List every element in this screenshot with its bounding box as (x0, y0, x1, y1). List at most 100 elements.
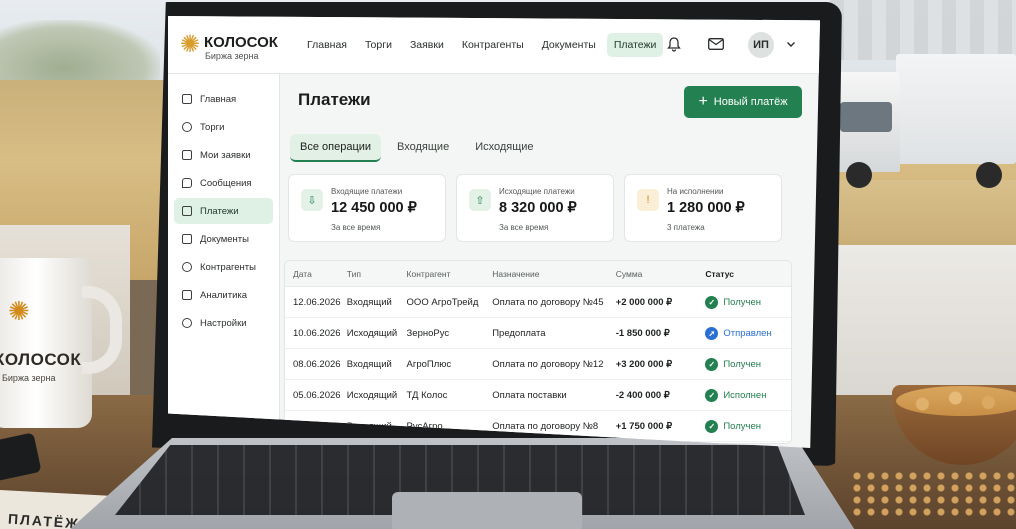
sidebar-item-label: Мои заявки (200, 149, 251, 161)
table-row[interactable]: 05.06.2026 Исходящий ТД Колос Оплата пос… (285, 380, 791, 411)
header-type[interactable]: Тип (347, 269, 407, 279)
cell-purpose: Оплата по договору №8 (492, 420, 599, 432)
cell-status: ✓ Исполнен (705, 388, 791, 402)
sidebar-item-analytics[interactable]: Аналитика (174, 282, 273, 308)
cell-status: ✓ Получен (705, 295, 791, 309)
cell-type: Исходящий (346, 389, 398, 401)
card-label: Исходящие платежи (499, 187, 575, 196)
topnav-item-auctions[interactable]: Торги (358, 33, 399, 57)
sidebar-item-my-requests[interactable]: Мои заявки (174, 142, 273, 168)
card-value: 12 450 000 ₽ (331, 200, 417, 216)
plus-icon: + (698, 93, 708, 110)
cell-counterparty: ООО АгроТрейд (406, 296, 479, 308)
sidebar-item-label: Аналитика (200, 289, 248, 301)
cell-amount: +1 750 000 ₽ (615, 420, 673, 432)
tab-all-operations[interactable]: Все операции (290, 134, 382, 162)
cell-amount: +3 200 000 ₽ (615, 358, 673, 370)
table-row[interactable]: 10.06.2026 Исходящий ЗерноРус Предоплата… (285, 318, 791, 349)
page-title: Платежи (298, 90, 371, 109)
card-subtext: За все время (499, 223, 549, 232)
cell-amount: -2 400 000 ₽ (615, 389, 670, 401)
cell-date: 08.06.2026 (293, 358, 341, 370)
header-purpose[interactable]: Назначение (492, 269, 616, 279)
status-text: Получен (723, 358, 762, 370)
sidebar-item-label: Сообщения (200, 177, 252, 189)
chat-icon (182, 178, 192, 188)
cell-purpose: Оплата по договору №45 (492, 296, 604, 308)
sidebar-item-home[interactable]: Главная (174, 86, 273, 112)
laptop-screen: ✺ КОЛОСОК Биржа зерна Главная Торги Заяв… (168, 16, 820, 448)
cell-purpose: Оплата по договору №12 (492, 358, 604, 370)
payment-icon (182, 206, 192, 216)
new-payment-button[interactable]: + Новый платёж (684, 86, 802, 118)
cell-type: Входящий (346, 296, 392, 308)
header-amount[interactable]: Сумма (616, 269, 706, 279)
incoming-icon: ⇩ (301, 189, 323, 211)
top-bar: ✺ КОЛОСОК Биржа зерна Главная Торги Заяв… (168, 16, 820, 74)
clipboard-icon (182, 150, 192, 160)
topnav-item-payments[interactable]: Платежи (606, 33, 664, 57)
cell-purpose: Предоплата (492, 327, 546, 339)
check-circle-icon: ✓ (705, 419, 719, 433)
cell-type: Исходящий (346, 327, 398, 339)
summary-cards: ⇩ Входящие платежи 12 450 000 ₽ За все в… (288, 174, 782, 242)
mug (0, 258, 92, 428)
sidebar-item-label: Настройки (200, 317, 247, 329)
cell-counterparty: ТД Колос (406, 389, 448, 401)
topnav-item-home[interactable]: Главная (300, 33, 354, 57)
user-avatar[interactable]: ИП (748, 32, 774, 58)
outgoing-icon: ⇧ (469, 189, 491, 211)
chevron-down-icon[interactable] (786, 39, 796, 49)
header-counterparty[interactable]: Контрагент (407, 269, 493, 279)
status-text: Исполнен (723, 389, 767, 401)
bell-icon[interactable] (666, 36, 682, 52)
truck (826, 50, 1016, 190)
sidebar-item-label: Торги (200, 121, 225, 133)
sidebar-item-label: Платежи (200, 205, 239, 217)
summary-card-outgoing: ⇧ Исходящие платежи 8 320 000 ₽ За все в… (456, 174, 614, 242)
brand-subtitle: Биржа зерна (205, 51, 259, 61)
card-subtext: 3 платежа (667, 223, 705, 232)
header-date[interactable]: Дата (285, 269, 347, 279)
cell-type: Входящий (346, 358, 392, 370)
pending-icon: ! (637, 189, 659, 211)
sidebar-item-counterparties[interactable]: Контрагенты (174, 254, 273, 280)
mail-icon[interactable] (708, 38, 724, 50)
mug-brand-subtitle: Биржа зерна (2, 373, 56, 383)
wheat-field-right (820, 180, 1016, 250)
sidebar-item-settings[interactable]: Настройки (174, 310, 273, 336)
cell-amount: +2 000 000 ₽ (615, 296, 673, 308)
summary-card-pending: ! На исполнении 1 280 000 ₽ 3 платежа (624, 174, 782, 242)
table-row[interactable]: 08.06.2026 Входящий АгроПлюс Оплата по д… (285, 349, 791, 380)
tab-incoming[interactable]: Входящие (387, 134, 459, 162)
cell-status: ✓ Получен (705, 419, 791, 433)
main-content: Платежи + Новый платёж Все операции Вход… (280, 74, 820, 448)
check-circle-icon: ✓ (705, 388, 719, 402)
sidebar-item-messages[interactable]: Сообщения (174, 170, 273, 196)
cell-date: 05.06.2026 (293, 389, 341, 401)
topnav-item-counterparties[interactable]: Контрагенты (455, 33, 531, 57)
topnav-item-documents[interactable]: Документы (535, 33, 603, 57)
table-header: Дата Тип Контрагент Назначение Сумма Ста… (285, 261, 791, 287)
sent-arrow-icon: ➚ (705, 326, 719, 340)
table-row[interactable]: 12.06.2026 Входящий ООО АгроТрейд Оплата… (285, 287, 791, 318)
mug-brand-title: КОЛОСОК (0, 350, 82, 369)
sidebar-item-documents[interactable]: Документы (174, 226, 273, 252)
card-value: 1 280 000 ₽ (667, 200, 745, 216)
sidebar-item-payments[interactable]: Платежи (174, 198, 273, 224)
tabs: Все операции Входящие Исходящие (290, 134, 544, 162)
users-icon (182, 262, 192, 272)
sidebar-item-auctions[interactable]: Торги (174, 114, 273, 140)
tab-outgoing[interactable]: Исходящие (465, 134, 543, 162)
card-label: На исполнении (667, 187, 724, 196)
status-text: Получен (723, 420, 762, 432)
sidebar-item-label: Документы (200, 233, 249, 245)
sidebar-item-label: Главная (200, 93, 237, 105)
topnav-item-requests[interactable]: Заявки (403, 33, 451, 57)
wheat-logo-icon: ✺ (8, 296, 30, 326)
cell-status: ✓ Получен (705, 357, 791, 371)
card-value: 8 320 000 ₽ (499, 200, 577, 216)
header-status[interactable]: Статус (705, 269, 791, 279)
settings-icon (182, 318, 192, 328)
cell-counterparty: АгроПлюс (406, 358, 452, 370)
